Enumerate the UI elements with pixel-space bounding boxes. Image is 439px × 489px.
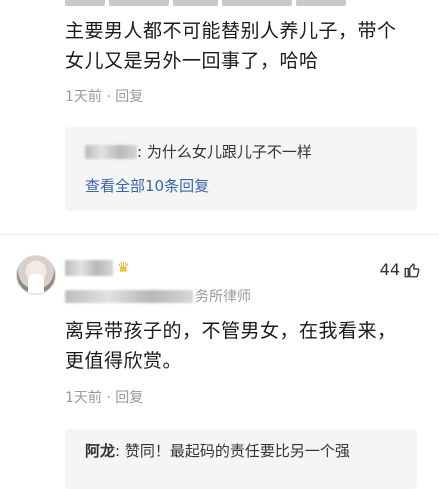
blurred-username — [65, 260, 113, 276]
user-title: 务所律师 — [65, 286, 251, 306]
user-title-suffix: 务所律师 — [195, 289, 251, 305]
reply-link[interactable]: 回复 — [115, 89, 143, 105]
comment-meta: 1天前 · 回复 — [65, 387, 143, 407]
cut-off-text — [65, 0, 365, 6]
crown-icon: ♛ — [117, 260, 130, 276]
blurred-user-title — [65, 289, 193, 303]
meta-separator: · — [106, 89, 111, 105]
avatar-figure — [28, 274, 44, 294]
like-button[interactable]: 44 — [380, 260, 421, 279]
comment-meta: 1天前 · 回复 — [65, 86, 143, 106]
thumb-up-icon — [404, 262, 420, 277]
divider — [0, 234, 439, 235]
comment-text: 离异带孩子的，不管男女，在我看来， 更值得欣赏。 — [65, 316, 415, 376]
sub-reply[interactable]: : 为什么女儿跟儿子不一样 — [85, 141, 312, 162]
reply-thread-box: 阿龙 : 赞同！最起码的责任要比另一个强 — [65, 429, 417, 489]
comment-text: 主要男人都不可能替别人养儿子，带个 女儿又是另外一回事了，哈哈 — [65, 16, 415, 76]
reply-link[interactable]: 回复 — [115, 390, 143, 406]
like-count: 44 — [379, 260, 400, 279]
sub-reply-text: : 为什么女儿跟儿子不一样 — [137, 143, 312, 161]
meta-separator: · — [106, 390, 111, 406]
comment-time: 1天前 — [65, 89, 102, 105]
sub-reply-text: : 赞同！最起码的责任要比另一个强 — [115, 442, 350, 460]
username-row[interactable]: ♛ — [65, 260, 130, 276]
sub-reply-author[interactable]: 阿龙 — [85, 440, 115, 461]
blurred-username — [85, 144, 137, 159]
view-all-replies-link[interactable]: 查看全部10条回复 — [85, 175, 209, 196]
reply-thread-box: : 为什么女儿跟儿子不一样 查看全部10条回复 — [65, 127, 417, 211]
comment-line: 女儿又是另外一回事了，哈哈 — [65, 50, 319, 72]
comment-line: 更值得欣赏。 — [65, 350, 183, 372]
comment-line: 主要男人都不可能替别人养儿子，带个 — [65, 20, 397, 42]
comment-time: 1天前 — [65, 390, 102, 406]
comment-line: 离异带孩子的，不管男女，在我看来， — [65, 320, 397, 342]
sub-reply[interactable]: 阿龙 : 赞同！最起码的责任要比另一个强 — [85, 440, 350, 461]
avatar[interactable] — [16, 255, 56, 295]
